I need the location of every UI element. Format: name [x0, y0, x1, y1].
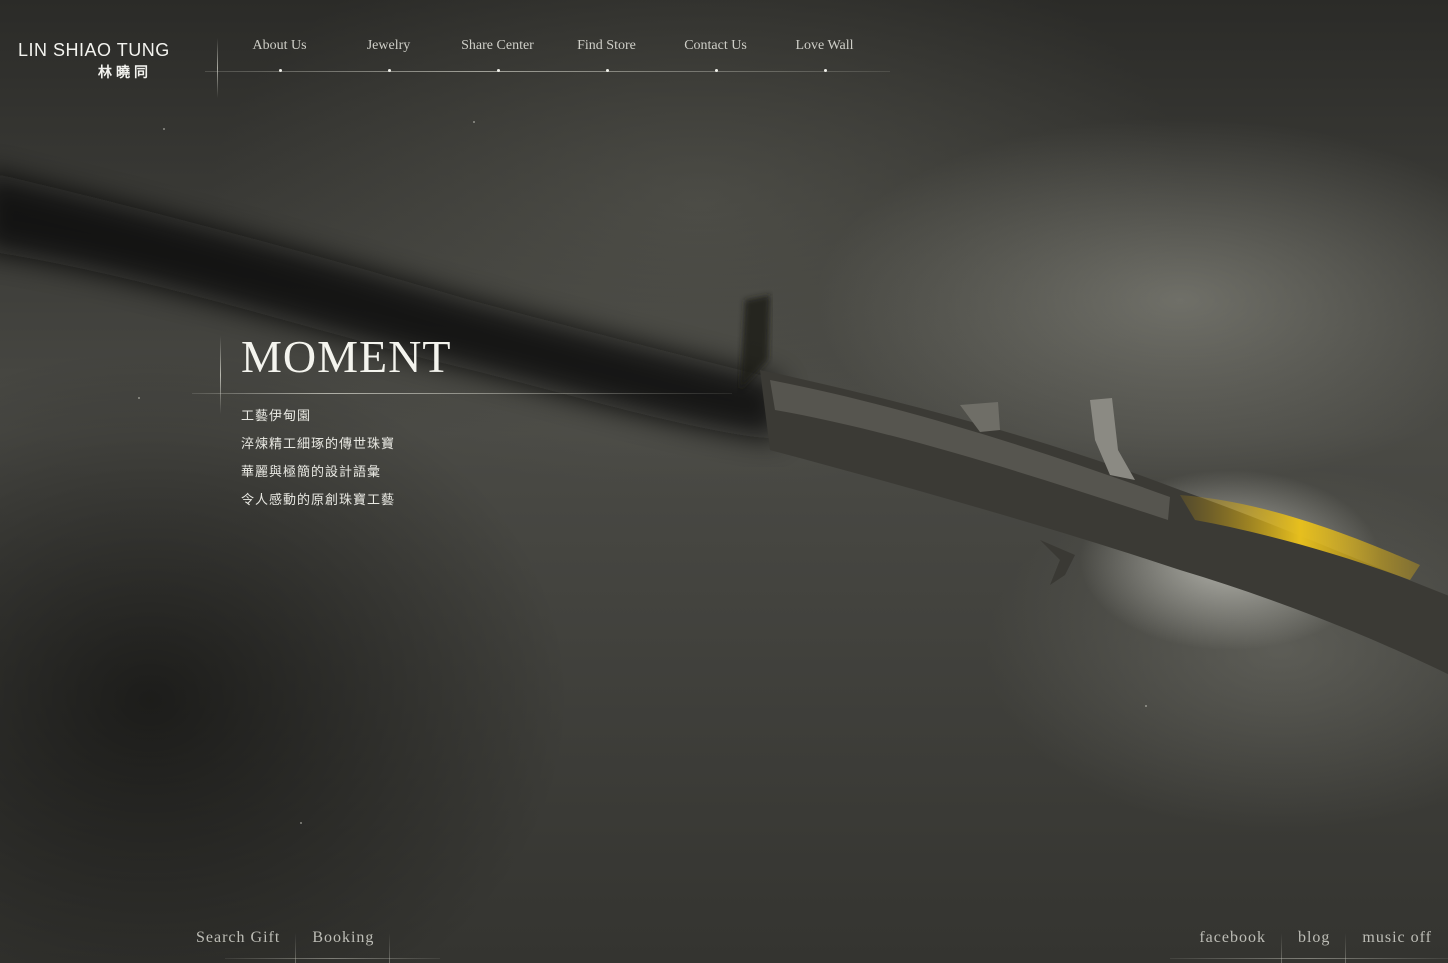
- nav-item-share-center[interactable]: Share Center: [443, 38, 552, 72]
- nav-item-jewelry[interactable]: Jewelry: [334, 38, 443, 72]
- dot-icon: [387, 69, 391, 72]
- dust-speck: [163, 128, 165, 130]
- dot-icon: [605, 69, 609, 72]
- footer-left-links: Search Gift Booking: [180, 929, 391, 963]
- nav-item-contact-us[interactable]: Contact Us: [661, 38, 770, 72]
- dust-speck: [473, 121, 475, 123]
- dust-speck: [1145, 705, 1147, 707]
- dust-speck: [300, 822, 302, 824]
- hero-divider: [192, 393, 732, 394]
- nav-item-about-us[interactable]: About Us: [225, 38, 334, 72]
- nav-item-love-wall[interactable]: Love Wall: [770, 38, 879, 72]
- dot-icon: [496, 69, 500, 72]
- dot-icon: [714, 69, 718, 72]
- hero-line: 淬煉精工細琢的傳世珠寶: [241, 437, 396, 452]
- nav-item-label: Jewelry: [366, 38, 411, 53]
- music-toggle[interactable]: music off: [1346, 929, 1448, 959]
- hero-line: 工藝伊甸園: [241, 409, 312, 424]
- hero-line: 令人感動的原創珠寶工藝: [241, 493, 396, 508]
- dot-icon: [278, 69, 282, 72]
- brand-logo[interactable]: LIN SHIAO TUNG 林曉同: [18, 40, 188, 82]
- nav-item-label: Contact Us: [684, 38, 747, 53]
- nav-item-find-store[interactable]: Find Store: [552, 38, 661, 72]
- hero-line: 華麗與極簡的設計語彙: [241, 465, 382, 480]
- hero-divider-vertical: [220, 336, 221, 414]
- brand-name-en: LIN SHIAO TUNG: [18, 40, 170, 60]
- hero-title: MOMENT: [241, 331, 452, 382]
- blog-link[interactable]: blog: [1282, 929, 1347, 963]
- main-nav: About Us Jewelry Share Center Find Store…: [225, 38, 879, 72]
- search-gift-link[interactable]: Search Gift: [180, 929, 297, 963]
- dust-speck: [138, 397, 140, 399]
- branch-illustration: [0, 174, 1448, 675]
- facebook-link[interactable]: facebook: [1183, 929, 1282, 963]
- footer-divider: [225, 958, 440, 959]
- footer-divider: [1170, 958, 1448, 959]
- divider-vertical: [217, 38, 218, 98]
- footer-right-links: facebook blog music off: [1183, 929, 1448, 963]
- nav-item-label: Share Center: [461, 38, 534, 53]
- nav-item-label: About Us: [252, 38, 307, 53]
- dot-icon: [823, 69, 827, 72]
- nav-item-label: Love Wall: [795, 38, 854, 53]
- brand-name-zh: 林曉同: [98, 65, 152, 81]
- nav-item-label: Find Store: [577, 38, 636, 53]
- booking-link[interactable]: Booking: [296, 929, 391, 963]
- hero-tagline: 工藝伊甸園 淬煉精工細琢的傳世珠寶 華麗與極簡的設計語彙 令人感動的原創珠寶工藝: [241, 407, 395, 519]
